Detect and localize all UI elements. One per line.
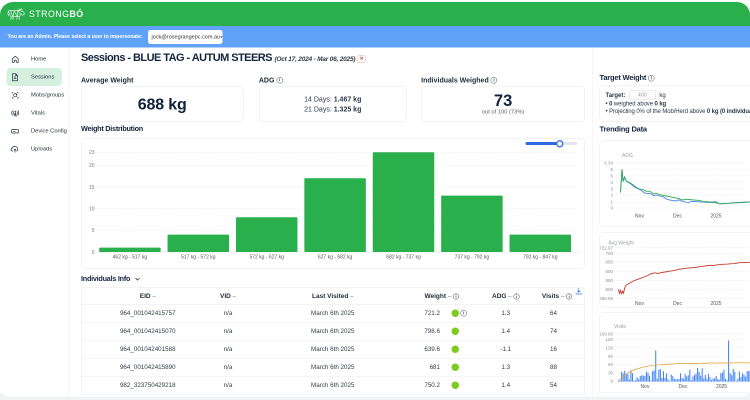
svg-text:Nov: Nov xyxy=(641,384,650,390)
svg-text:15: 15 xyxy=(89,185,95,191)
svg-text:700: 700 xyxy=(605,251,613,256)
svg-text:90: 90 xyxy=(608,354,614,359)
svg-text:627 kg - 682 kg: 627 kg - 682 kg xyxy=(318,255,353,261)
svg-text:459.99: 459.99 xyxy=(600,296,613,301)
svg-text:572 kg - 627 kg: 572 kg - 627 kg xyxy=(249,255,284,261)
svg-text:462 kg - 517 kg: 462 kg - 517 kg xyxy=(113,255,148,261)
svg-text:20: 20 xyxy=(89,163,95,169)
svg-text:600: 600 xyxy=(605,269,613,274)
svg-text:169.65: 169.65 xyxy=(600,331,613,336)
svg-text:60: 60 xyxy=(608,362,614,367)
svg-text:6.34: 6.34 xyxy=(604,161,613,166)
svg-text:ADG: ADG xyxy=(622,153,633,159)
svg-text:2025: 2025 xyxy=(710,214,721,220)
svg-text:550: 550 xyxy=(605,278,613,283)
svg-text:2025: 2025 xyxy=(716,384,727,390)
svg-text:0: 0 xyxy=(610,206,613,211)
svg-text:Visits: Visits xyxy=(614,324,626,330)
svg-text:150: 150 xyxy=(605,337,613,342)
svg-text:23: 23 xyxy=(89,150,95,156)
svg-text:0: 0 xyxy=(610,379,613,384)
svg-text:4: 4 xyxy=(610,180,613,185)
svg-text:Nov: Nov xyxy=(635,214,644,220)
svg-text:2: 2 xyxy=(610,193,613,198)
svg-text:1: 1 xyxy=(610,199,613,204)
svg-text:722.97: 722.97 xyxy=(600,245,613,250)
svg-text:5: 5 xyxy=(610,173,613,178)
svg-text:3: 3 xyxy=(610,186,613,191)
svg-text:500: 500 xyxy=(605,287,613,292)
svg-text:792 kg - 847 kg: 792 kg - 847 kg xyxy=(523,255,558,261)
svg-text:10: 10 xyxy=(89,206,95,212)
svg-text:517 kg - 572 kg: 517 kg - 572 kg xyxy=(181,255,216,261)
svg-text:30: 30 xyxy=(608,371,614,376)
svg-text:2025: 2025 xyxy=(710,301,721,307)
svg-text:Dec: Dec xyxy=(673,214,682,220)
svg-text:Dec: Dec xyxy=(673,301,682,307)
svg-text:120: 120 xyxy=(605,345,613,350)
svg-text:5: 5 xyxy=(92,228,95,234)
svg-text:682 kg - 737 kg: 682 kg - 737 kg xyxy=(386,255,421,261)
svg-text:6: 6 xyxy=(610,167,613,172)
svg-text:650: 650 xyxy=(605,260,613,265)
svg-text:Dec: Dec xyxy=(679,384,688,390)
svg-text:Nov: Nov xyxy=(635,301,644,307)
svg-text:0: 0 xyxy=(92,250,95,256)
svg-text:737 kg - 792 kg: 737 kg - 792 kg xyxy=(455,255,490,261)
